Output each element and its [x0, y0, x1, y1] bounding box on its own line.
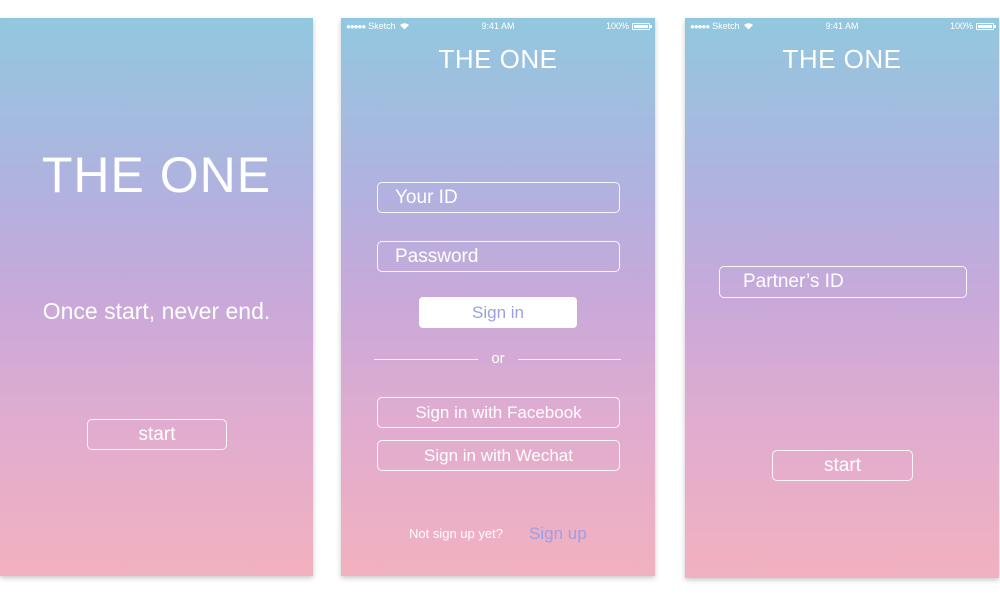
battery-icon [632, 22, 652, 30]
facebook-sign-in-button[interactable]: Sign in with Facebook [377, 397, 620, 428]
partner-id-field[interactable]: Partner’s ID [719, 266, 967, 298]
login-screen: ●●●●● Sketch 9:41 AM 100% THE ONE Your I… [341, 18, 655, 576]
status-bar: ●●●●● Sketch 9:41 AM 100% [685, 18, 999, 34]
partner-screen: ●●●●● Sketch 9:41 AM 100% THE ONE Partne… [685, 18, 999, 578]
password-field[interactable]: Password [377, 241, 620, 272]
battery-percent: 100% [949, 21, 973, 31]
password-placeholder: Password [395, 245, 479, 267]
splash-screen: THE ONE Once start, never end. start [0, 18, 313, 576]
divider-left [374, 359, 478, 360]
user-id-field[interactable]: Your ID [377, 182, 620, 213]
battery-percent: 100% [605, 21, 629, 31]
tagline: Once start, never end. [42, 298, 271, 324]
app-title: THE ONE [438, 44, 558, 74]
divider-right [518, 359, 621, 360]
start-button[interactable]: start [87, 419, 227, 450]
wechat-sign-in-button[interactable]: Sign in with Wechat [377, 440, 620, 471]
user-id-placeholder: Your ID [395, 186, 458, 208]
status-bar: ●●●●● Sketch 9:41 AM 100% [341, 18, 655, 34]
sign-in-button[interactable]: Sign in [419, 297, 577, 328]
app-title: THE ONE [41, 147, 272, 203]
app-title: THE ONE [782, 44, 902, 74]
battery-icon [976, 22, 996, 30]
start-button[interactable]: start [772, 450, 913, 481]
partner-id-placeholder: Partner’s ID [743, 271, 844, 292]
not-signed-up-text: Not sign up yet? [409, 526, 503, 541]
or-label: or [491, 350, 505, 367]
sign-up-link[interactable]: Sign up [529, 524, 587, 544]
